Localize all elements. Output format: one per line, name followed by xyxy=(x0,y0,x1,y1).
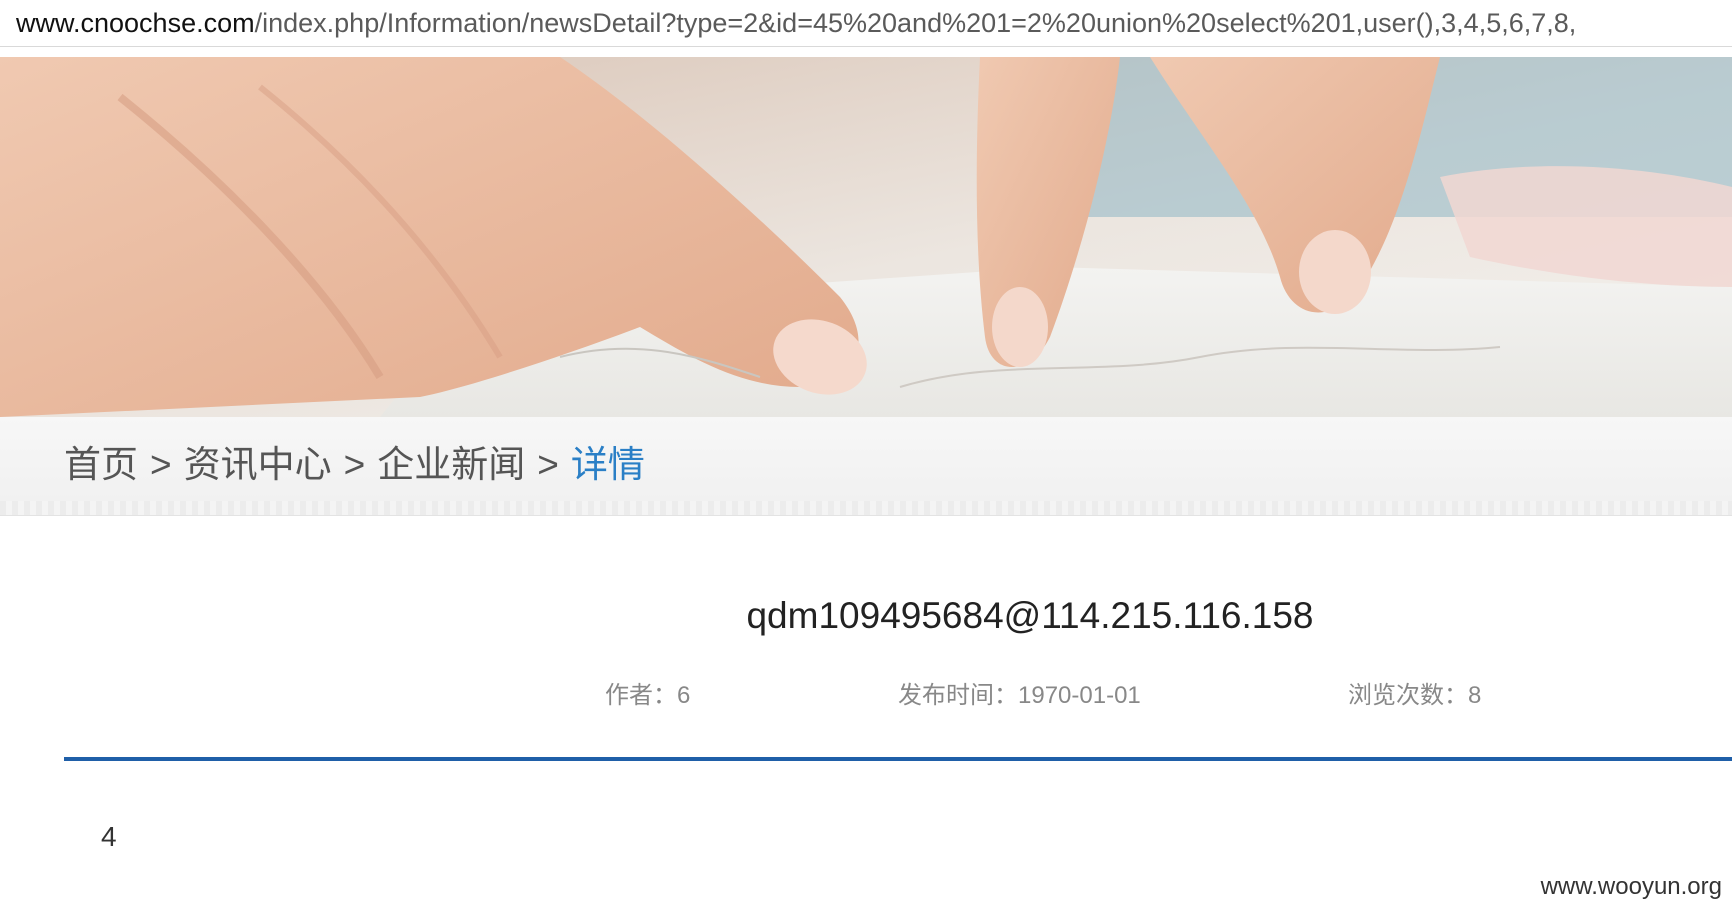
watermark-text: www.wooyun.org xyxy=(1540,873,1722,900)
article-view-count: 浏览次数：8 xyxy=(1348,682,1482,709)
url-path: /index.php/Information/newsDetail?type=2… xyxy=(254,8,1577,38)
breadcrumb-company-news-link[interactable]: 企业新闻 xyxy=(377,443,525,487)
breadcrumb: 首页 > 资讯中心 > 企业新闻 > 详情 xyxy=(64,443,645,487)
breadcrumb-separator: > xyxy=(150,444,172,485)
breadcrumb-separator: > xyxy=(537,444,559,485)
address-bar[interactable]: www.cnoochse.com/index.php/Information/n… xyxy=(0,0,1732,47)
article-title: qdm109495684@114.215.116.158 xyxy=(746,595,1314,636)
breadcrumb-info-center-link[interactable]: 资讯中心 xyxy=(184,443,332,487)
article-author: 作者：6 xyxy=(605,682,691,709)
article-publish-date: 发布时间：1970-01-01 xyxy=(898,682,1141,709)
breadcrumb-bar: 首页 > 资讯中心 > 企业新闻 > 详情 xyxy=(0,417,1732,516)
title-divider xyxy=(64,757,1732,761)
hero-banner-image xyxy=(0,57,1732,417)
url-text[interactable]: www.cnoochse.com/index.php/Information/n… xyxy=(16,6,1576,40)
article-content: 4 xyxy=(101,821,117,852)
breadcrumb-home-link[interactable]: 首页 xyxy=(64,443,138,487)
url-host: www.cnoochse.com xyxy=(16,8,255,38)
breadcrumb-separator: > xyxy=(343,444,366,485)
breadcrumb-current-page: 详情 xyxy=(570,444,645,485)
